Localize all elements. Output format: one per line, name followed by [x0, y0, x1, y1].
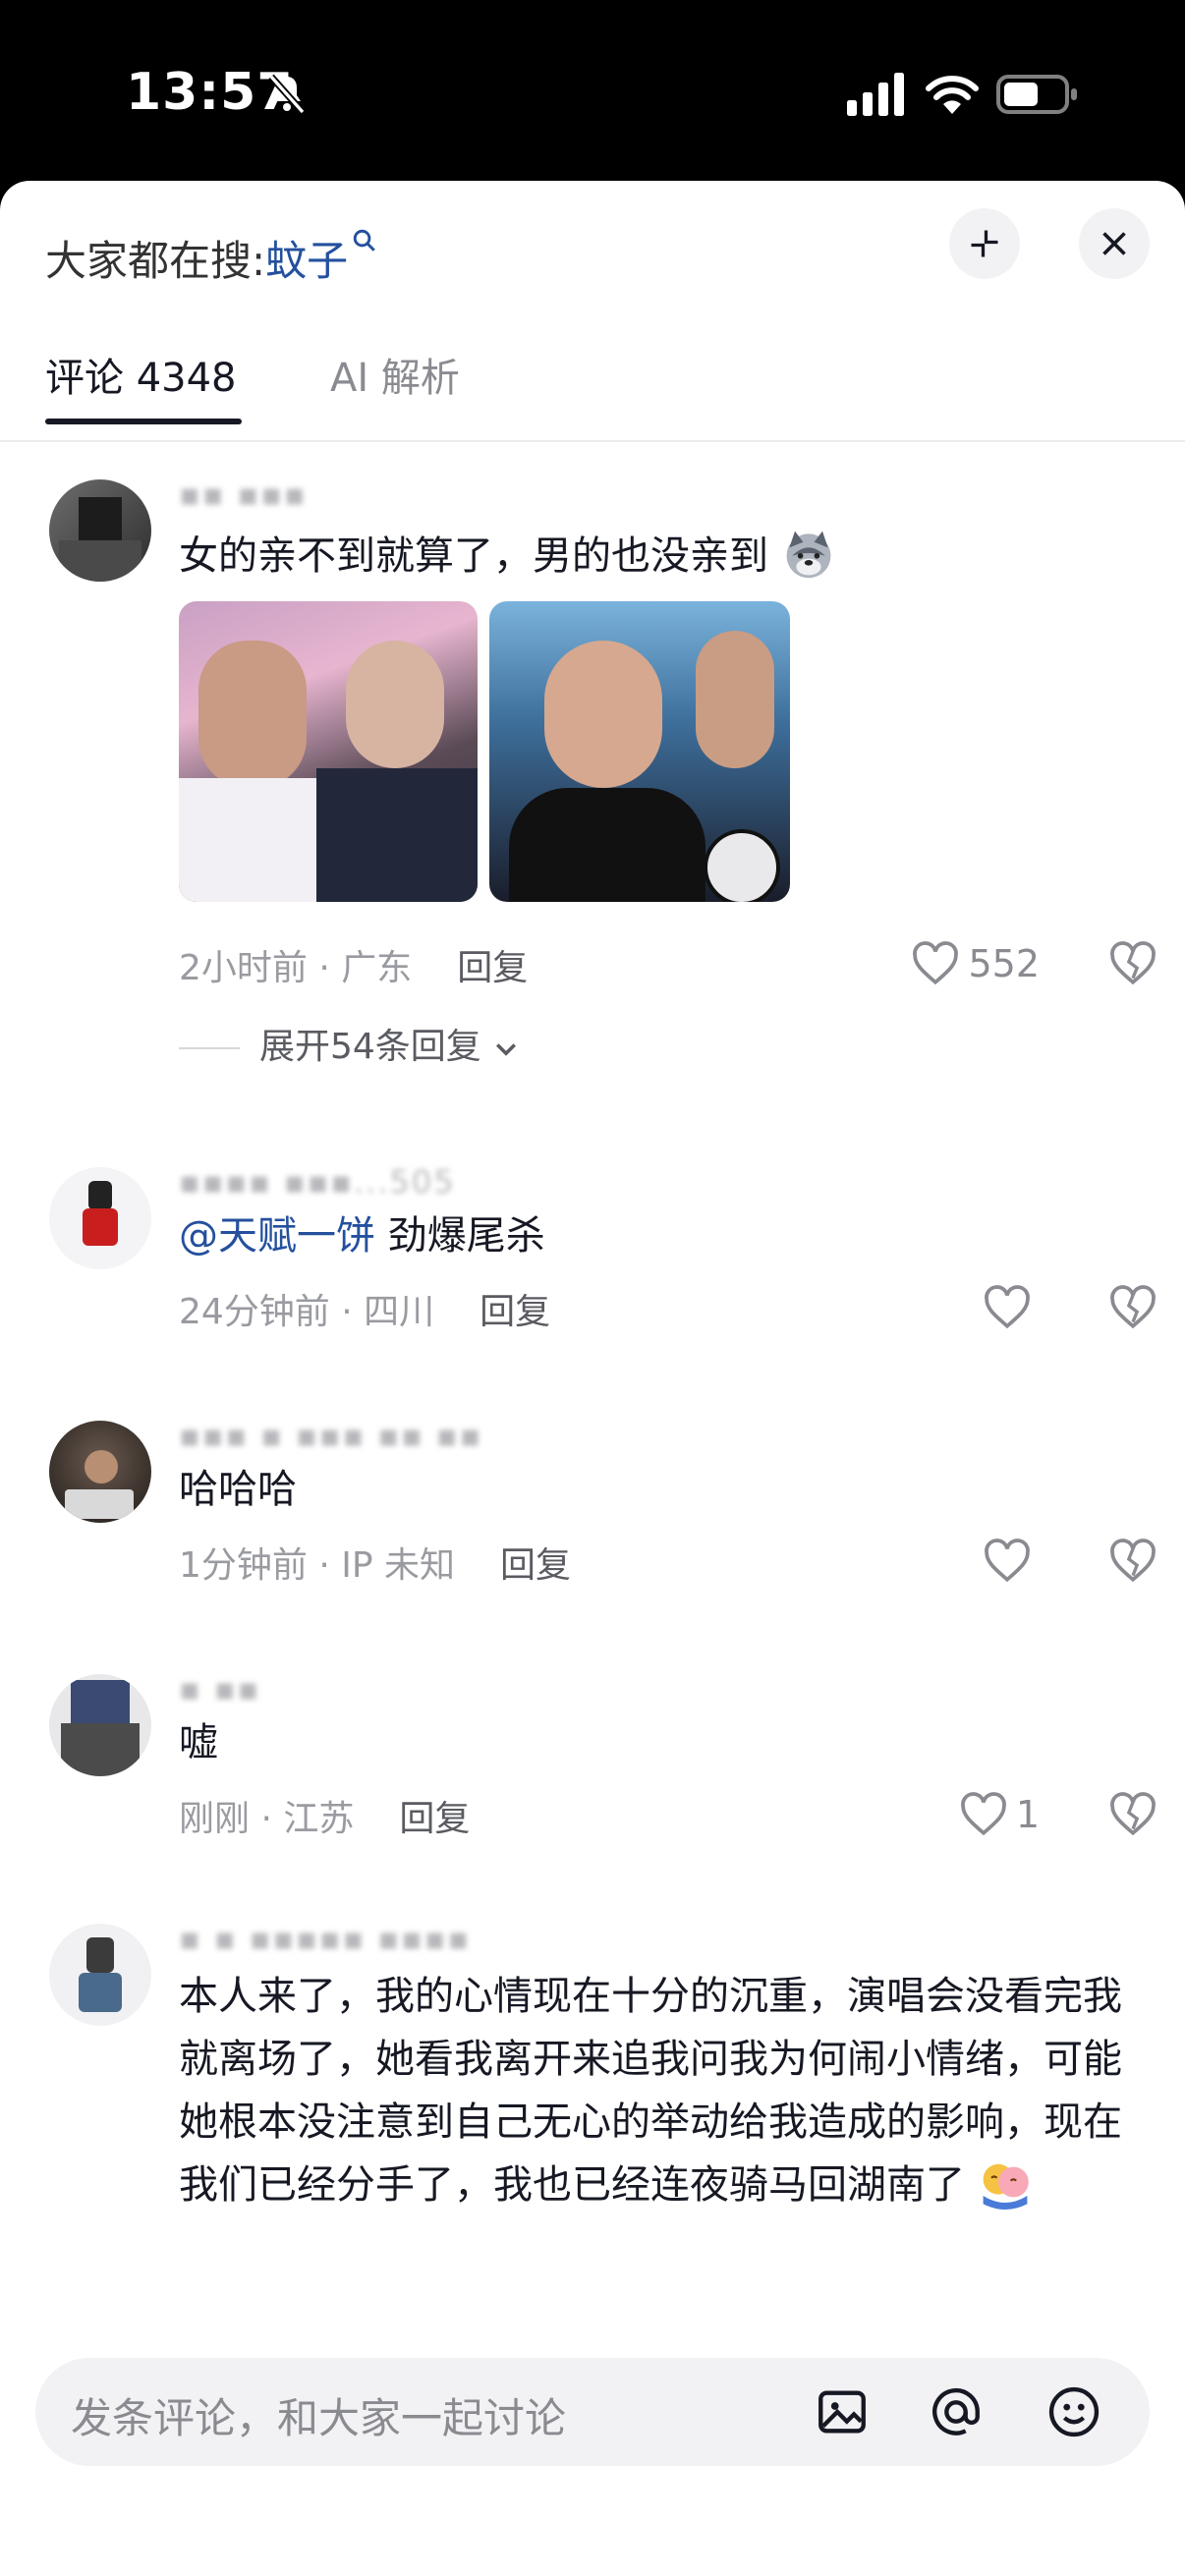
comment-meta: 2小时前 · 广东 回复: [179, 939, 528, 990]
comment-username[interactable]: ▪▪ ▪▪▪: [179, 476, 308, 513]
reply-button[interactable]: 回复: [457, 948, 528, 988]
tab-active-indicator: [45, 419, 242, 424]
close-button[interactable]: [1079, 208, 1150, 279]
close-icon: [1102, 232, 1126, 255]
search-icon: [353, 229, 375, 252]
comment-meta: 24分钟前 · 四川 回复: [179, 1283, 550, 1334]
comment-text-content: 劲爆尾杀: [375, 1213, 545, 1259]
reply-button[interactable]: 回复: [480, 1292, 550, 1332]
like-button[interactable]: [983, 1537, 1040, 1586]
dislike-icon[interactable]: [1108, 941, 1157, 986]
avatar[interactable]: [49, 1924, 151, 2026]
signal-icon: [847, 73, 904, 116]
husky-emoji-icon: [786, 531, 831, 579]
comment-time-location: 刚刚 · 江苏: [179, 1799, 355, 1839]
comment-text: 哈哈哈: [179, 1458, 1142, 1521]
comment-text: 嘘: [179, 1711, 1142, 1774]
like-count: 552: [968, 942, 1040, 985]
bell-off-icon: [268, 74, 306, 115]
like-button[interactable]: 1: [959, 1790, 1040, 1839]
heart-icon: [913, 941, 959, 985]
heart-icon: [985, 1539, 1030, 1583]
comment-time-location: 2小时前 · 广东: [179, 948, 413, 988]
like-count: 1: [1015, 1793, 1040, 1836]
dislike-icon[interactable]: [1108, 1792, 1157, 1837]
comment-text-content: 嘘: [179, 1720, 218, 1765]
avatar[interactable]: [49, 479, 151, 582]
reply-button[interactable]: 回复: [399, 1799, 470, 1839]
expand-replies-label: 展开54条回复: [259, 1027, 481, 1067]
divider: [179, 1047, 240, 1049]
comments-sheet: 大家都在搜:蚊子 评论 4348 AI 解析 ▪▪ ▪▪▪ 女的亲不到就算了，男…: [0, 181, 1185, 2576]
tab-bar: 评论 4348 AI 解析: [0, 324, 1185, 442]
avatar[interactable]: [49, 1421, 151, 1523]
like-button[interactable]: 552: [911, 939, 1040, 988]
chevron-down-icon: [496, 1043, 517, 1056]
comment-username[interactable]: ▪▪▪▪ ▪▪▪...505: [179, 1163, 456, 1201]
battery-icon: [996, 75, 1077, 114]
tab-ai-analysis[interactable]: AI 解析: [330, 346, 460, 403]
collapse-button[interactable]: [949, 208, 1020, 279]
comment-input-bar: 发条评论，和大家一起讨论: [0, 2334, 1185, 2576]
mention-link[interactable]: @天赋一饼: [179, 1213, 375, 1259]
comment-username[interactable]: ▪▪▪ ▪ ▪▪▪ ▪▪ ▪▪: [179, 1417, 482, 1454]
trending-search[interactable]: 大家都在搜:蚊子: [45, 228, 377, 288]
collapse-icon: [971, 230, 998, 257]
like-button[interactable]: [983, 1283, 1040, 1332]
comment-input[interactable]: 发条评论，和大家一起讨论: [35, 2358, 1150, 2466]
comment-meta: 1分钟前 · IP 未知 回复: [179, 1537, 571, 1588]
comment-text: @天赋一饼 劲爆尾杀: [179, 1204, 1142, 1267]
trending-search-keyword[interactable]: 蚊子: [265, 237, 348, 285]
comment-meta: 刚刚 · 江苏 回复: [179, 1790, 470, 1841]
comment-time-location: 24分钟前 · 四川: [179, 1292, 435, 1332]
comment-text-content: 女的亲不到就算了，男的也没亲到: [179, 533, 768, 579]
comment-photo[interactable]: [489, 601, 790, 902]
image-icon[interactable]: [814, 2383, 871, 2440]
avatar[interactable]: [49, 1674, 151, 1776]
reply-button[interactable]: 回复: [500, 1545, 571, 1586]
emoji-icon[interactable]: [1045, 2383, 1102, 2440]
expand-replies-button[interactable]: 展开54条回复: [179, 1018, 520, 1069]
heart-icon: [985, 1285, 1030, 1329]
dislike-icon[interactable]: [1108, 1285, 1157, 1330]
comment-username[interactable]: ▪ ▪▪: [179, 1670, 260, 1708]
status-bar: 13:57: [0, 0, 1185, 187]
dislike-icon[interactable]: [1108, 1539, 1157, 1584]
hug-emoji-icon: [983, 2163, 1029, 2210]
wifi-icon: [926, 76, 979, 114]
heart-icon: [960, 1792, 1006, 1836]
comment-text: 本人来了，我的心情现在十分的沉重，演唱会没看完我就离场了，她看我离开来追我问我为…: [179, 1965, 1142, 2216]
comment-time-location: 1分钟前 · IP 未知: [179, 1545, 456, 1586]
trending-search-prefix: 大家都在搜:: [45, 237, 266, 285]
comment-text: 女的亲不到就算了，男的也没亲到: [179, 525, 1142, 588]
comment-username[interactable]: ▪ ▪ ▪▪▪▪▪ ▪▪▪▪: [179, 1920, 471, 1957]
at-icon[interactable]: [928, 2383, 985, 2440]
comment-text-content: 哈哈哈: [179, 1467, 297, 1512]
tab-comments[interactable]: 评论 4348: [45, 346, 237, 403]
comment-photo[interactable]: [179, 601, 478, 902]
comment-input-placeholder: 发条评论，和大家一起讨论: [71, 2394, 567, 2442]
avatar[interactable]: [49, 1167, 151, 1269]
